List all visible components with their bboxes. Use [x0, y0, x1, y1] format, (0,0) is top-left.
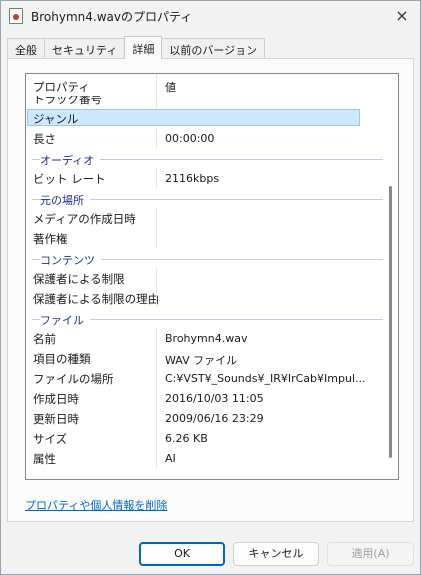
property-name: 項目の種類 — [33, 352, 91, 366]
property-name: 属性 — [33, 452, 56, 466]
property-row-item-type[interactable]: 項目の種類 WAV ファイル — [26, 348, 383, 368]
group-label: ファイル — [40, 312, 90, 328]
column-divider — [156, 228, 157, 248]
column-header[interactable]: プロパティ 値 — [26, 74, 383, 96]
tab-general[interactable]: 全般 — [7, 38, 45, 59]
column-divider — [156, 96, 157, 108]
group-header-file: ファイル — [26, 308, 383, 328]
property-name: 著作権 — [33, 232, 68, 246]
group-header-audio: オーディオ — [26, 148, 383, 168]
group-header-content: コンテンツ — [26, 248, 383, 268]
cancel-button[interactable]: キャンセル — [233, 542, 319, 566]
property-row-track-number[interactable]: トラック番号 — [26, 96, 383, 108]
property-row-media-created[interactable]: メディアの作成日時 — [26, 208, 383, 228]
properties-window: Brohymn4.wavのプロパティ × 全般 セキュリティ 詳細 以前のバージ… — [0, 0, 421, 575]
property-row-attributes[interactable]: 属性 AI — [26, 448, 383, 468]
details-panel: プロパティ 値 トラック番号 ジャンル 長さ 00:00:00 オーディオ ビッ… — [7, 58, 414, 522]
close-icon[interactable]: × — [388, 3, 416, 29]
property-value[interactable]: AI — [165, 452, 380, 465]
column-divider — [156, 448, 157, 468]
group-label: オーディオ — [40, 152, 101, 168]
tab-details[interactable]: 詳細 — [124, 36, 163, 59]
apply-button[interactable]: 適用(A) — [327, 542, 414, 566]
property-row-date-created[interactable]: 作成日時 2016/10/03 11:05 — [26, 388, 383, 408]
column-divider — [156, 408, 157, 428]
column-divider — [156, 368, 157, 388]
property-row-length[interactable]: 長さ 00:00:00 — [26, 128, 383, 148]
property-row-parental-reason[interactable]: 保護者による制限の理由 — [26, 288, 383, 308]
property-row-name[interactable]: 名前 Brohymn4.wav — [26, 328, 383, 348]
group-header-origin: 元の場所 — [26, 188, 383, 208]
remove-properties-link[interactable]: プロパティや個人情報を削除 — [25, 497, 167, 513]
group-label: コンテンツ — [40, 252, 101, 268]
property-name: トラック番号 — [33, 96, 102, 106]
title-bar: Brohymn4.wavのプロパティ × — [1, 1, 420, 31]
property-value[interactable]: 2016/10/03 11:05 — [165, 392, 380, 405]
property-value[interactable]: 2116kbps — [165, 172, 380, 185]
column-divider — [156, 348, 157, 368]
column-header-value[interactable]: 値 — [165, 79, 380, 95]
property-name: 保護者による制限の理由 — [33, 292, 160, 306]
window-title: Brohymn4.wavのプロパティ — [31, 10, 193, 24]
column-divider — [156, 388, 157, 408]
property-value[interactable]: WAV ファイル — [165, 352, 380, 368]
property-name: 更新日時 — [33, 412, 79, 426]
property-value[interactable]: 2009/06/16 23:29 — [165, 412, 380, 425]
column-divider[interactable] — [156, 74, 157, 96]
vertical-scrollbar[interactable] — [383, 74, 398, 479]
property-value[interactable]: Brohymn4.wav — [165, 332, 380, 345]
group-label: 元の場所 — [40, 192, 90, 208]
property-row-bitrate[interactable]: ビット レート 2116kbps — [26, 168, 383, 188]
property-name: ビット レート — [33, 172, 106, 186]
property-list[interactable]: プロパティ 値 トラック番号 ジャンル 長さ 00:00:00 オーディオ ビッ… — [25, 73, 399, 480]
property-value[interactable]: 00:00:00 — [165, 132, 380, 145]
tab-security[interactable]: セキュリティ — [44, 38, 126, 59]
column-divider — [156, 288, 157, 308]
property-name: 長さ — [33, 132, 56, 146]
property-name: 作成日時 — [33, 392, 79, 406]
column-divider — [156, 128, 157, 148]
property-name: ジャンル — [33, 112, 79, 126]
column-divider — [156, 268, 157, 288]
property-name: 名前 — [33, 332, 56, 346]
column-divider — [156, 208, 157, 228]
property-row-folder-path[interactable]: ファイルの場所 C:¥VST¥_Sounds¥_IR¥IrCab¥Impul..… — [26, 368, 383, 388]
property-name: 保護者による制限 — [33, 272, 125, 286]
column-header-property[interactable]: プロパティ — [33, 79, 90, 95]
column-divider — [156, 328, 157, 348]
column-divider — [156, 428, 157, 448]
tab-previous-versions[interactable]: 以前のバージョン — [161, 38, 266, 59]
tab-strip: 全般 セキュリティ 詳細 以前のバージョン — [7, 36, 266, 59]
property-row-parental-rating[interactable]: 保護者による制限 — [26, 268, 383, 288]
property-name: サイズ — [33, 432, 68, 446]
property-row-date-modified[interactable]: 更新日時 2009/06/16 23:29 — [26, 408, 383, 428]
ok-button[interactable]: OK — [139, 542, 225, 566]
property-row-size[interactable]: サイズ 6.26 KB — [26, 428, 383, 448]
property-row-genre[interactable]: ジャンル — [26, 108, 383, 128]
property-rows: プロパティ 値 トラック番号 ジャンル 長さ 00:00:00 オーディオ ビッ… — [26, 74, 383, 468]
property-name: メディアの作成日時 — [33, 212, 136, 226]
property-name: ファイルの場所 — [33, 372, 114, 386]
property-value[interactable]: C:¥VST¥_Sounds¥_IR¥IrCab¥Impul... — [165, 372, 380, 385]
scrollbar-thumb[interactable] — [389, 186, 392, 458]
wav-file-icon — [9, 8, 23, 24]
property-value[interactable]: 6.26 KB — [165, 432, 380, 445]
column-divider — [156, 168, 157, 188]
property-row-copyright[interactable]: 著作権 — [26, 228, 383, 248]
